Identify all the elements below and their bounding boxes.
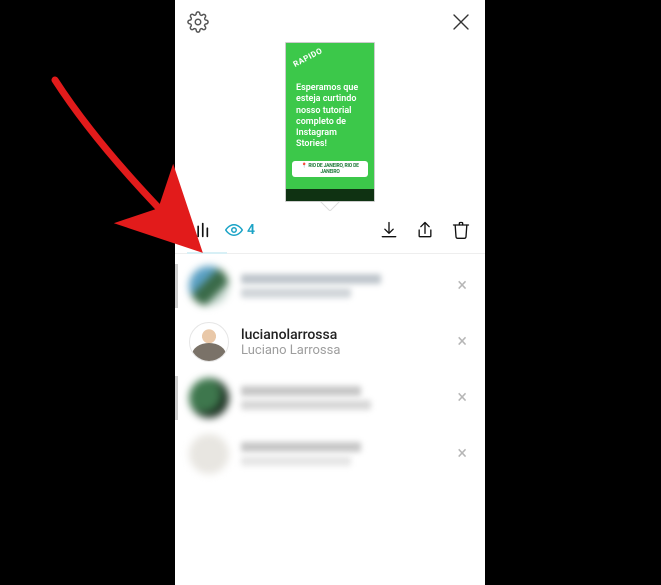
- remove-viewer-icon[interactable]: ×: [453, 273, 471, 299]
- delete-icon[interactable]: [451, 220, 471, 240]
- subtitle-masked: [241, 456, 351, 466]
- eye-icon: [225, 221, 243, 239]
- story-toolbar: 4: [175, 211, 485, 254]
- active-tab-underline: [187, 252, 227, 254]
- viewer-meta: [241, 440, 453, 468]
- remove-viewer-icon[interactable]: ×: [453, 441, 471, 467]
- views-tab[interactable]: 4: [225, 221, 255, 239]
- story-sticker: RAPIDO: [292, 46, 324, 69]
- remove-viewer-icon[interactable]: ×: [453, 385, 471, 411]
- subtitle-masked: [241, 400, 371, 410]
- settings-icon[interactable]: [187, 11, 209, 33]
- username-masked: [241, 386, 361, 396]
- share-icon[interactable]: [415, 220, 435, 240]
- story-thumbnail[interactable]: RAPIDO Esperamos que esteja curtindo nos…: [285, 42, 375, 202]
- views-count: 4: [247, 222, 255, 238]
- avatar: [189, 322, 229, 362]
- remove-viewer-icon[interactable]: ×: [453, 329, 471, 355]
- avatar: [189, 434, 229, 474]
- viewer-meta: [241, 272, 453, 300]
- viewer-meta: lucianolarrossa Luciano Larrossa: [241, 327, 453, 358]
- story-body-text: Esperamos que esteja curtindo nosso tuto…: [296, 83, 364, 151]
- viewer-username: lucianolarrossa: [241, 327, 453, 343]
- viewer-meta: [241, 384, 453, 412]
- avatar: [189, 266, 229, 306]
- viewer-row[interactable]: ×: [175, 426, 485, 482]
- story-viewers-panel: RAPIDO Esperamos que esteja curtindo nos…: [175, 0, 485, 585]
- story-location-pill: 📍 RIO DE JANEIRO, RIO DE JANEIRO: [292, 161, 368, 177]
- story-preview: RAPIDO Esperamos que esteja curtindo nos…: [175, 38, 485, 202]
- close-icon[interactable]: [449, 10, 473, 34]
- download-icon[interactable]: [379, 220, 399, 240]
- username-masked: [241, 442, 361, 452]
- device-navbar: [286, 189, 374, 201]
- subtitle-masked: [241, 288, 351, 298]
- viewer-row[interactable]: ×: [175, 370, 485, 426]
- panel-topbar: [175, 0, 485, 38]
- viewer-row[interactable]: ×: [175, 258, 485, 314]
- viewer-subtitle: Luciano Larrossa: [241, 343, 453, 358]
- viewer-row[interactable]: lucianolarrossa Luciano Larrossa ×: [175, 314, 485, 370]
- thumbnail-caret-icon: [175, 201, 485, 211]
- username-masked: [241, 274, 381, 284]
- insights-icon[interactable]: [189, 219, 211, 241]
- avatar: [189, 378, 229, 418]
